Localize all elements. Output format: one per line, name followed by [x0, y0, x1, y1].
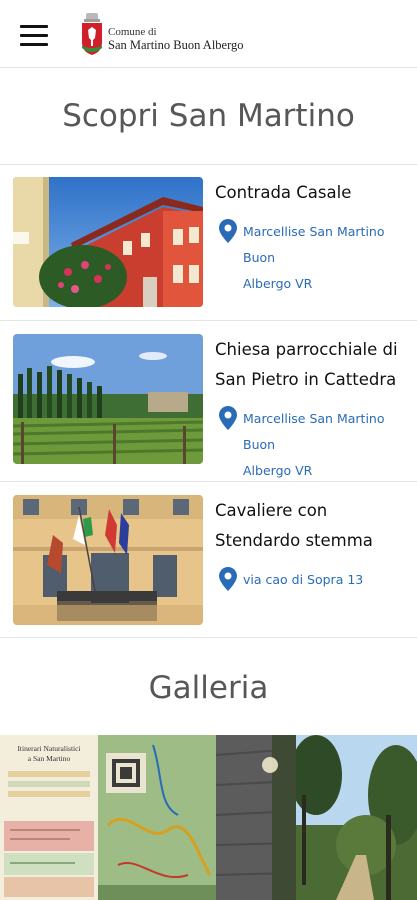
poi-title[interactable]: Cavaliere con Stendardo stemma: [215, 496, 415, 556]
municipality-logo[interactable]: Comune di San Martino Buon Albergo: [78, 12, 278, 58]
poi-title-line: Contrada Casale: [215, 183, 352, 202]
poi-location-text[interactable]: Marcellise San Martino Buon Albergo VR: [243, 406, 417, 484]
map-pin-icon: [219, 567, 237, 591]
gallery-strip[interactable]: Itinerari Naturalistici a San Martino: [0, 735, 417, 900]
discover-section-title: Scopri San Martino: [62, 98, 355, 134]
divider: [0, 481, 417, 482]
gallery-section-title: Galleria: [148, 670, 269, 706]
municipal-crest-icon: [82, 13, 102, 55]
poi-image-contrada-casale: [13, 177, 203, 307]
map-title-line: a San Martino: [28, 754, 71, 763]
poi-image-cavaliere-stendardo: [13, 495, 203, 625]
hamburger-menu-icon[interactable]: [20, 25, 48, 47]
logo-text-line1: Comune di: [108, 26, 157, 38]
gallery-image-itinerary-map[interactable]: Itinerari Naturalistici a San Martino: [0, 735, 98, 900]
poi-location-text[interactable]: Marcellise San Martino Buon Albergo VR: [243, 219, 417, 297]
poi-card-chiesa-san-pietro[interactable]: Chiesa parrocchiale di San Pietro in Cat…: [0, 334, 417, 481]
logo-text-line2: San Martino Buon Albergo: [108, 38, 244, 52]
location-line: Albergo VR: [243, 276, 313, 291]
poi-card-contrada-casale[interactable]: Contrada Casale Marcellise San Martino B…: [0, 177, 417, 320]
poi-card-cavaliere-stendardo[interactable]: Cavaliere con Stendardo stemma via cao d…: [0, 495, 417, 637]
gallery-image-forest-path[interactable]: [296, 735, 417, 900]
poi-title-line: San Pietro in Cattedra: [215, 370, 397, 389]
poi-title-line: Stendardo stemma: [215, 531, 373, 550]
divider: [0, 320, 417, 321]
app-header: Comune di San Martino Buon Albergo: [0, 0, 417, 68]
poi-location-text[interactable]: via cao di Sopra 13: [243, 567, 417, 593]
location-line: Marcellise San Martino Buon: [243, 411, 385, 452]
poi-title[interactable]: Contrada Casale: [215, 178, 415, 208]
location-line: Marcellise San Martino Buon: [243, 224, 385, 265]
divider: [0, 637, 417, 638]
location-line: via cao di Sopra 13: [243, 572, 364, 587]
map-pin-icon: [219, 219, 237, 243]
poi-title-line: Chiesa parrocchiale di: [215, 340, 398, 359]
map-title-line: Itinerari Naturalistici: [17, 744, 80, 753]
map-pin-icon: [219, 406, 237, 430]
poi-title[interactable]: Chiesa parrocchiale di San Pietro in Cat…: [215, 335, 415, 395]
gallery-image-stone-wall[interactable]: [216, 735, 296, 900]
poi-image-chiesa-san-pietro: [13, 334, 203, 464]
gallery-image-trail-map[interactable]: [98, 735, 216, 900]
divider: [0, 164, 417, 165]
poi-title-line: Cavaliere con: [215, 501, 328, 520]
